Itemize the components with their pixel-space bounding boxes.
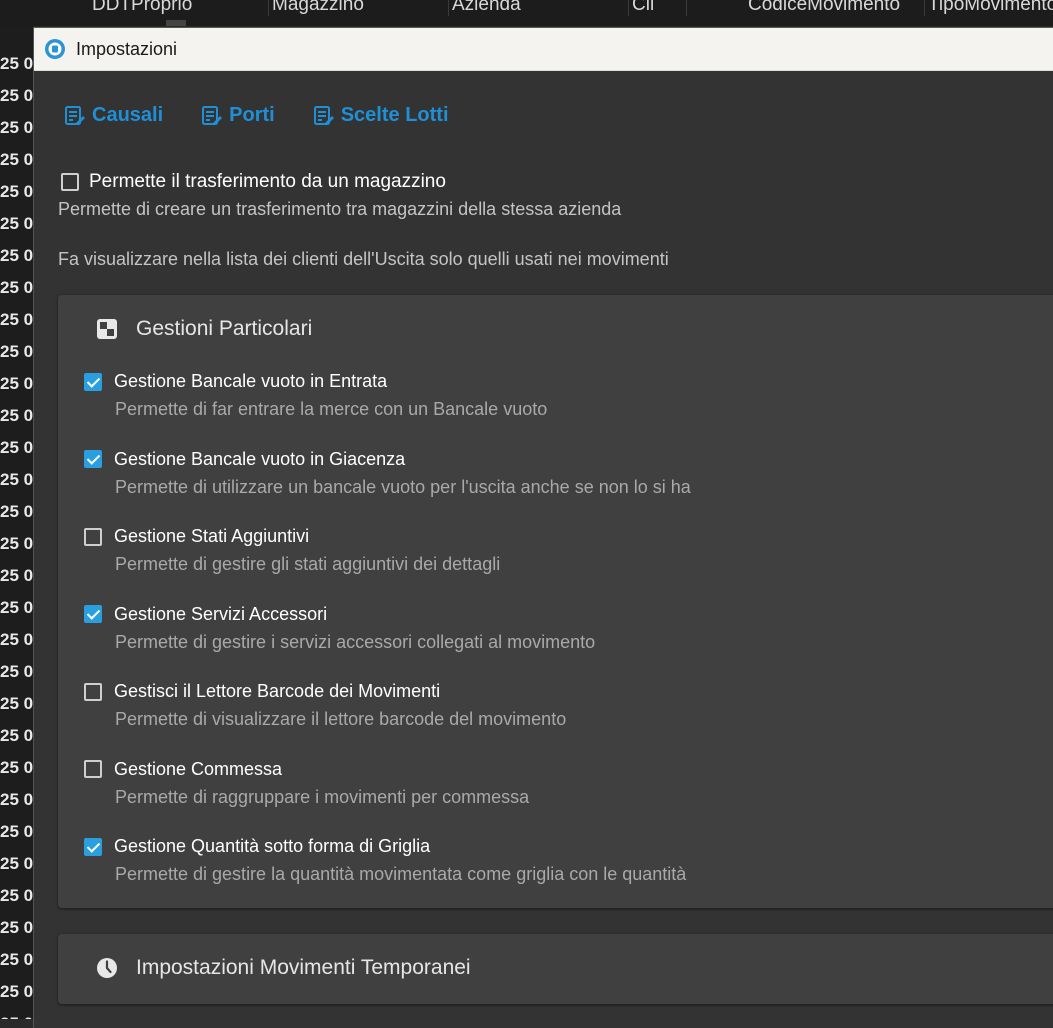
grid-row-cell[interactable]: 25 0 <box>0 912 34 944</box>
scelte-lotti-link[interactable]: Scelte Lotti <box>313 104 449 127</box>
option-description: Permette di raggruppare i movimenti per … <box>115 786 530 807</box>
option-item: Gestione Commessa Permette di raggruppare… <box>84 759 529 808</box>
option-label: Gestione Bancale vuoto in Entrata <box>114 371 388 391</box>
grid-row-cell[interactable]: 25 0 <box>0 1008 34 1019</box>
option-label: Gestione Bancale vuoto in Giacenza <box>114 448 406 469</box>
grid-row-cell[interactable]: 25 0 <box>0 464 34 496</box>
movimenti-temporanei-panel[interactable]: Impostazioni Movimenti Temporanei <box>58 934 1053 1004</box>
option-item: Gestisci il Lettore Barcode dei Moviment… <box>84 681 566 730</box>
grid-row-cell[interactable]: 25 0 <box>0 144 34 176</box>
grid-row-cell[interactable]: 25 0 <box>0 304 34 336</box>
causali-link[interactable]: Causali <box>64 104 163 127</box>
causali-link-label: Causali <box>92 104 164 126</box>
option-description: Permette di visualizzare il lettore barc… <box>115 709 567 729</box>
column-header-ddtproprio[interactable]: DDTProprio <box>86 0 269 16</box>
grid-row-cell[interactable]: 25 0 <box>0 688 34 720</box>
option-label: Gestione Servizi Accessori <box>114 603 328 624</box>
option-checkbox[interactable] <box>84 527 102 546</box>
option-item: Gestione Quantità sotto forma di Griglia… <box>84 836 686 885</box>
column-resize-handle[interactable] <box>166 20 186 26</box>
option-label: Gestione Quantità sotto forma di Griglia <box>114 836 431 856</box>
grid-row-cell[interactable]: 25 0 <box>0 432 34 464</box>
grid-row-cell[interactable]: 25 0 <box>0 624 34 656</box>
grid-row-cell[interactable]: 25 0 <box>0 976 34 1008</box>
grid-row-cell[interactable]: 25 0 <box>0 656 34 688</box>
option-checkbox[interactable] <box>84 760 102 778</box>
option-item: Gestione Stati Aggiuntivi Permette di ges… <box>84 526 500 575</box>
grid-row-cell[interactable]: 25 0 <box>0 48 34 80</box>
grid-row-cell[interactable]: 25 0 <box>0 560 34 592</box>
panel-header: Gestioni Particolari <box>96 317 312 341</box>
option-checkbox[interactable] <box>84 605 102 623</box>
grid-row-cell[interactable]: 25 0 <box>0 944 34 976</box>
grid-row-cell[interactable]: 25 0 <box>0 496 34 528</box>
porti-link[interactable]: Porti <box>201 104 275 127</box>
grid-row-cell[interactable]: 25 0 <box>0 80 34 112</box>
scelte-lotti-link-label: Scelte Lotti <box>340 104 449 126</box>
background-grid-header: DDTProprio Magazzino Azienda Cli CodiceM… <box>0 0 1053 26</box>
grid-row-cell[interactable]: 25 0 <box>0 720 34 752</box>
grid-row-cell[interactable]: 25 0 <box>0 784 34 816</box>
option-label: Gestione Stati Aggiuntivi <box>114 526 310 546</box>
grid-row-cell[interactable]: 25 0 <box>0 816 34 848</box>
edit-list-icon <box>65 105 85 125</box>
option-description: Permette di gestire gli stati aggiuntivi… <box>115 554 501 574</box>
clock-icon <box>97 958 117 978</box>
option-label: Gestisci il Lettore Barcode dei Moviment… <box>114 681 441 701</box>
gestioni-particolari-panel: Gestioni Particolari Gestione Bancale vu… <box>58 295 1053 908</box>
clients-note: Fa visualizzare nella lista dei clienti … <box>58 249 669 269</box>
column-header-azienda[interactable]: Azienda <box>446 0 629 16</box>
option-checkbox[interactable] <box>84 450 102 468</box>
grid-row-cell[interactable]: 25 0 <box>0 176 34 208</box>
panel2-header: Impostazioni Movimenti Temporanei <box>96 956 471 980</box>
transfer-description: Permette di creare un trasferimento tra … <box>58 199 622 219</box>
transfer-label: Permette il trasferimento da un magazzin… <box>89 171 446 192</box>
porti-link-label: Porti <box>229 104 275 126</box>
grid-row-cell[interactable]: 25 0 <box>0 240 34 272</box>
option-description: Permette di far entrare la merce con un … <box>115 399 548 419</box>
grid-row-cell[interactable]: 25 0 <box>0 528 34 560</box>
option-description: Permette di gestire i servizi accessori … <box>115 631 596 652</box>
option-item: Gestione Bancale vuoto in Entrata Permett… <box>84 371 547 420</box>
option-description: Permette di utilizzare un bancale vuoto … <box>115 476 691 497</box>
column-header-tipomovimento[interactable]: TipoMovimento <box>922 0 1053 16</box>
grid-row-cell[interactable]: 25 0 <box>0 272 34 304</box>
app-logo-icon <box>45 39 65 59</box>
particolari-icon <box>97 319 117 339</box>
option-item: Gestione Bancale vuoto in Giacenza Permet… <box>84 449 691 498</box>
grid-row-cell[interactable]: 25 0 <box>0 208 34 240</box>
grid-row-cell[interactable]: 25 0 <box>0 752 34 784</box>
column-header-magazzino[interactable]: Magazzino <box>266 0 449 16</box>
panel2-title: Impostazioni Movimenti Temporanei <box>136 956 471 979</box>
background-grid-rows: 25 0 25 0 25 0 25 0 25 0 25 0 25 0 25 0 25 0 25 0… <box>0 26 34 1019</box>
grid-row-cell[interactable]: 25 0 <box>0 880 34 912</box>
edit-list-icon <box>202 105 223 125</box>
transfer-checkbox[interactable] <box>61 173 79 191</box>
settings-dialog: Impostazioni Causali Porti Scelte Lotti … <box>33 27 1053 1028</box>
grid-row-cell[interactable]: 25 0 <box>0 848 34 880</box>
settings-links: Causali Porti Scelte Lotti <box>64 104 487 127</box>
grid-row-cell[interactable]: 25 0 <box>0 400 34 432</box>
column-header-cliente[interactable]: Cli <box>626 0 687 16</box>
transfer-option: Permette il trasferimento da un magazzin… <box>58 171 622 220</box>
dialog-titlebar[interactable]: Impostazioni <box>34 28 1053 71</box>
option-item: Gestione Servizi Accessori Permette di ge… <box>84 604 595 653</box>
dialog-title: Impostazioni <box>76 38 178 59</box>
panel-title: Gestioni Particolari <box>136 317 313 340</box>
grid-row-cell[interactable]: 25 0 <box>0 592 34 624</box>
option-description: Permette di gestire la quantità moviment… <box>115 864 687 884</box>
option-checkbox[interactable] <box>84 372 102 391</box>
grid-row-cell[interactable]: 25 0 <box>0 112 34 144</box>
option-label: Gestione Commessa <box>114 758 283 779</box>
option-checkbox[interactable] <box>84 682 102 701</box>
edit-list-icon <box>313 105 334 125</box>
column-header-codicemovimento[interactable]: CodiceMovimento <box>742 0 925 16</box>
grid-row-cell[interactable]: 25 0 <box>0 368 34 400</box>
grid-row-cell[interactable]: 25 0 <box>0 336 34 368</box>
option-checkbox[interactable] <box>84 837 102 856</box>
